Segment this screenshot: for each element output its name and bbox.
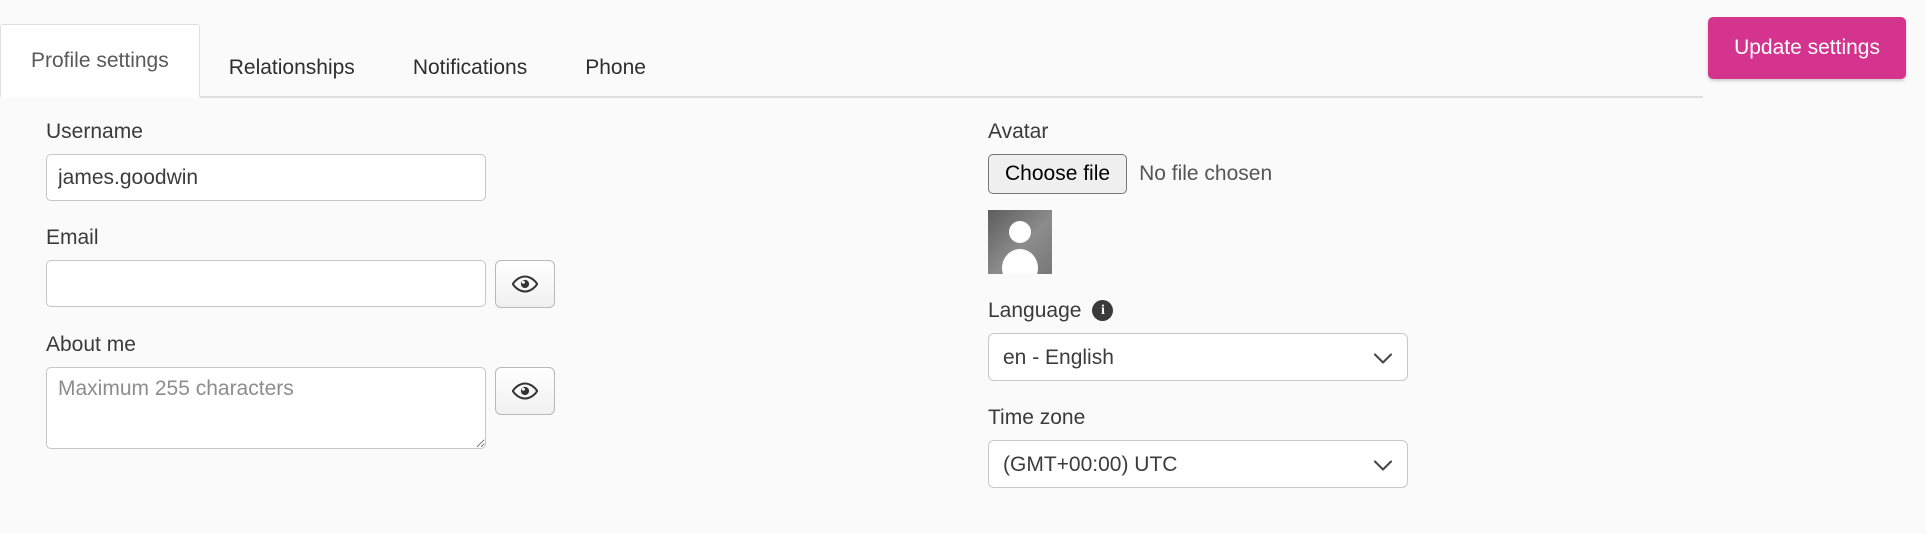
tab-bar: Profile settings Relationships Notificat…	[0, 0, 1703, 98]
profile-settings-form: Username Email	[0, 120, 1926, 534]
time-zone-select-wrap: (GMT+00:00) UTC	[988, 440, 1408, 489]
language-select-wrap: en - English	[988, 333, 1408, 382]
tab-relationships[interactable]: Relationships	[200, 36, 384, 98]
avatar-preview	[988, 210, 1052, 288]
username-input[interactable]	[46, 154, 486, 202]
tab-label: Profile settings	[31, 49, 169, 72]
eye-icon	[512, 382, 538, 400]
username-input-row	[46, 154, 666, 202]
avatar-label: Avatar	[988, 120, 1049, 143]
time-zone-field-group: Time zone (GMT+00:00) UTC	[988, 406, 1548, 489]
update-settings-button[interactable]: Update settings	[1708, 17, 1906, 79]
about-me-field-group: About me	[46, 333, 666, 450]
email-input[interactable]	[46, 260, 486, 308]
time-zone-select[interactable]: (GMT+00:00) UTC	[988, 440, 1408, 489]
about-me-label: About me	[46, 333, 136, 357]
language-field-group: Language i en - English	[988, 299, 1548, 382]
email-input-row	[46, 260, 666, 309]
about-me-visibility-toggle-button[interactable]	[495, 367, 555, 416]
email-label: Email	[46, 226, 99, 250]
tab-notifications[interactable]: Notifications	[384, 36, 556, 98]
choose-file-button[interactable]: Choose file	[988, 154, 1128, 195]
email-field-group: Email	[46, 226, 666, 309]
language-label: Language	[988, 299, 1082, 323]
eye-icon	[512, 275, 538, 293]
tab-phone[interactable]: Phone	[556, 36, 675, 98]
language-select[interactable]: en - English	[988, 333, 1408, 382]
form-column-right: Avatar Choose file No file chosen Langua…	[988, 120, 1548, 513]
about-me-input-row	[46, 367, 666, 450]
time-zone-label: Time zone	[988, 406, 1086, 430]
about-me-textarea[interactable]	[46, 367, 486, 450]
tab-profile-settings[interactable]: Profile settings	[0, 24, 200, 98]
email-visibility-toggle-button[interactable]	[495, 260, 555, 309]
avatar-file-input[interactable]: Choose file No file chosen	[988, 154, 1548, 195]
username-label: Username	[46, 120, 143, 143]
tab-label: Relationships	[228, 56, 355, 79]
tab-label: Phone	[585, 56, 646, 79]
no-file-chosen-text: No file chosen	[1139, 162, 1273, 186]
form-column-left: Username Email	[46, 120, 666, 474]
tab-label: Notifications	[412, 56, 528, 79]
username-field-group: Username	[46, 120, 666, 202]
avatar-field-group: Avatar Choose file No file chosen	[988, 120, 1548, 288]
info-icon[interactable]: i	[1092, 300, 1114, 322]
language-label-row: Language i	[988, 299, 1548, 322]
